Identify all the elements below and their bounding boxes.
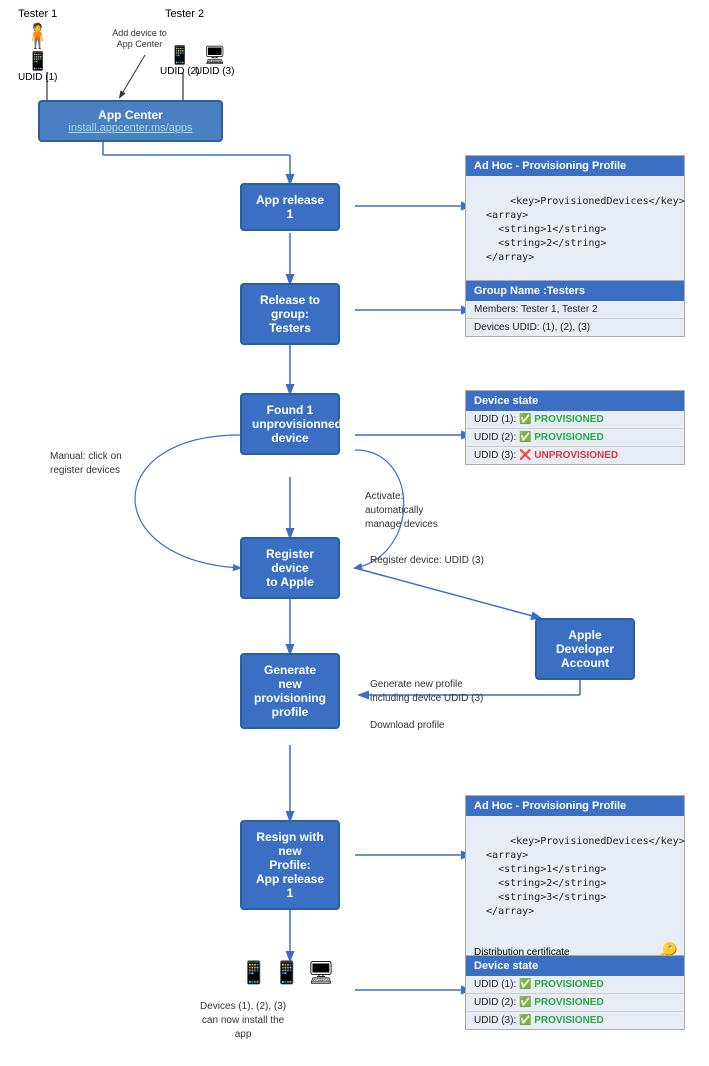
group-devices: Devices UDID: (1), (2), (3) xyxy=(466,319,684,336)
apple-dev-label: Apple Developer Account xyxy=(556,628,614,670)
register-device-label: Register device to Apple xyxy=(266,547,314,589)
found-device-box: Found 1 unprovisionned device xyxy=(240,393,340,455)
device-state-panel-2: Device state UDID (1): ✅ PROVISIONED UDI… xyxy=(465,955,685,1030)
provisioning-panel-2: Ad Hoc - Provisioning Profile <key>Provi… xyxy=(465,795,685,968)
found-device-label: Found 1 unprovisionned device xyxy=(252,403,342,445)
app-center-box[interactable]: App Center install.appcenter.ms/apps xyxy=(18,95,203,152)
udid2-status2: ✅ PROVISIONED xyxy=(519,997,604,1008)
apple-dev-box: Apple Developer Account xyxy=(535,618,635,680)
bottom-label: Devices (1), (2), (3) can now install th… xyxy=(200,1000,286,1042)
tester1-group: Tester 1 🧍 📱 UDID (1) xyxy=(18,8,57,83)
udid1-status2: ✅ PROVISIONED xyxy=(519,979,604,990)
add-device-note: Add device to App Center xyxy=(112,28,167,50)
udid3-status1: ❌ UNPROVISIONED xyxy=(519,450,618,461)
device-state1-udid1: UDID (1): ✅ PROVISIONED xyxy=(466,411,684,429)
resign-box: Resign with new Profile: App release 1 xyxy=(240,820,340,910)
tester1-label: Tester 1 xyxy=(18,8,57,20)
device-state2-udid2: UDID (2): ✅ PROVISIONED xyxy=(466,994,684,1012)
tester2-phone-icon: 📱 xyxy=(169,45,191,66)
diagram-container: Tester 1 🧍 📱 UDID (1) Tester 2 Add devic… xyxy=(0,0,709,1066)
tester2-udid2: UDID (2) xyxy=(160,66,199,77)
release-group-label: Release to group: Testers xyxy=(260,293,320,335)
tester2-tablet: 🖥 UDID (3) xyxy=(195,45,234,77)
app-release-label: App release 1 xyxy=(256,193,324,221)
generate-note: Generate new profile including device UD… xyxy=(370,678,483,706)
phone-icon-2: 📱 xyxy=(273,960,300,986)
tester1-person-icon: 🧍 xyxy=(23,22,53,51)
prov-panel1-header: Ad Hoc - Provisioning Profile xyxy=(466,156,684,176)
tester2-udid3: UDID (3) xyxy=(195,66,234,77)
manual-note: Manual: click on register devices xyxy=(50,450,122,478)
udid1-status1: ✅ PROVISIONED xyxy=(519,414,604,425)
register-device-box: Register device to Apple xyxy=(240,537,340,599)
phone-icon-1: 📱 xyxy=(240,960,267,986)
tester1-udid: UDID (1) xyxy=(18,72,57,83)
device-state1-header: Device state xyxy=(466,391,684,411)
prov-panel2-header: Ad Hoc - Provisioning Profile xyxy=(466,796,684,816)
tablet-icon-bottom: 🖥 xyxy=(307,960,335,986)
device-state1-udid3: UDID (3): ❌ UNPROVISIONED xyxy=(466,447,684,464)
app-center-title: App Center xyxy=(52,108,209,122)
tester2-label: Tester 2 xyxy=(165,8,204,20)
bottom-devices: 📱 📱 🖥 xyxy=(240,960,335,986)
prov-panel2-code: <key>ProvisionedDevices</key> <array> <s… xyxy=(466,816,684,938)
resign-label: Resign with new Profile: App release 1 xyxy=(256,830,324,900)
device-state2-udid1: UDID (1): ✅ PROVISIONED xyxy=(466,976,684,994)
group-panel-header: Group Name :Testers xyxy=(466,281,684,301)
tester2-phone: 📱 UDID (2) xyxy=(160,45,199,77)
tester1-phone-icon: 📱 xyxy=(27,51,49,72)
group-panel: Group Name :Testers Members: Tester 1, T… xyxy=(465,280,685,337)
generate-profile-box: Generate new provisioning profile xyxy=(240,653,340,729)
udid3-status2: ✅ PROVISIONED xyxy=(519,1015,604,1026)
release-group-box: Release to group: Testers xyxy=(240,283,340,345)
group-members: Members: Tester 1, Tester 2 xyxy=(466,301,684,319)
app-release-box: App release 1 xyxy=(240,183,340,231)
device-state2-udid3: UDID (3): ✅ PROVISIONED xyxy=(466,1012,684,1029)
activate-note: Activate: automatically manage devices xyxy=(365,490,438,532)
download-note: Download profile xyxy=(370,720,445,731)
generate-profile-label: Generate new provisioning profile xyxy=(254,663,326,719)
device-state-panel-1: Device state UDID (1): ✅ PROVISIONED UDI… xyxy=(465,390,685,465)
udid2-status1: ✅ PROVISIONED xyxy=(519,432,604,443)
prov-panel1-code: <key>ProvisionedDevices</key> <array> <s… xyxy=(466,176,684,284)
tester2-tablet-icon: 🖥 xyxy=(203,45,226,66)
device-state1-udid2: UDID (2): ✅ PROVISIONED xyxy=(466,429,684,447)
device-state2-header: Device state xyxy=(466,956,684,976)
register-device-note: Register device: UDID (3) xyxy=(370,555,484,566)
app-center-link[interactable]: install.appcenter.ms/apps xyxy=(52,122,209,134)
